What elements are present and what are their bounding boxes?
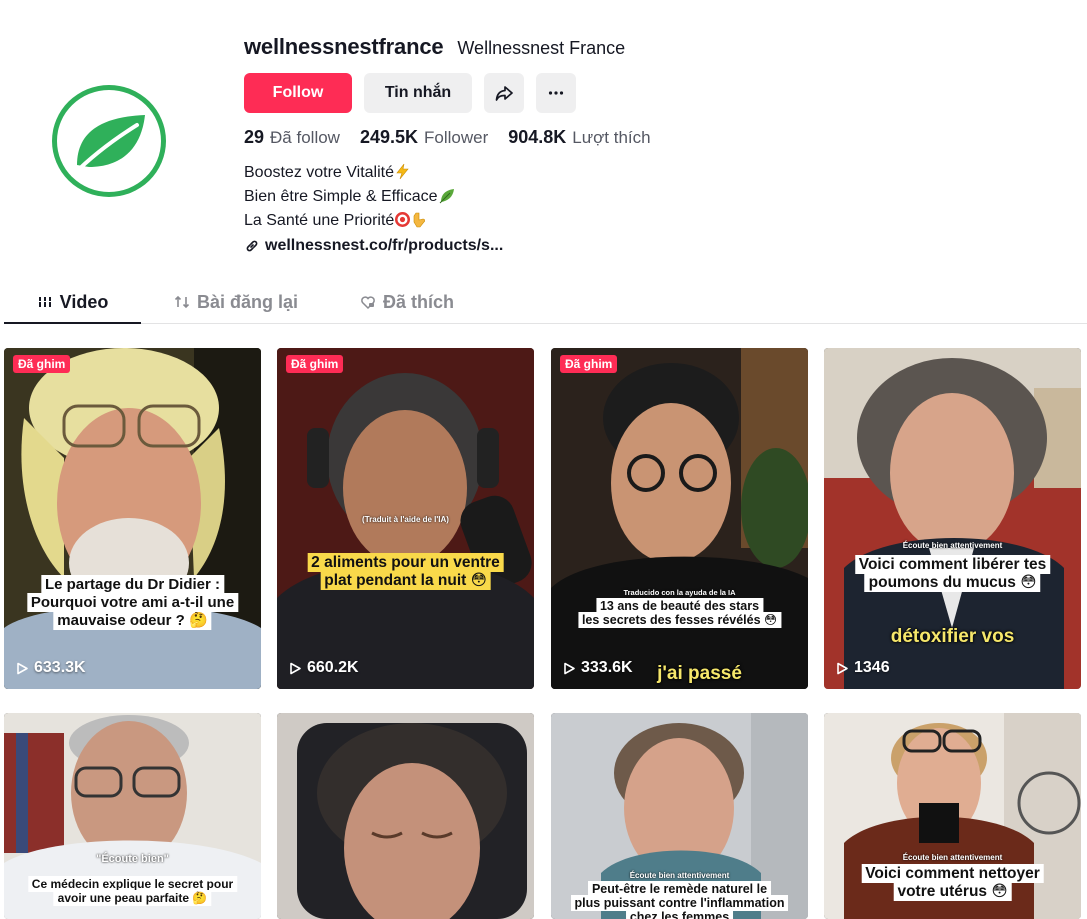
profile-tabs: Video Bài đăng lại Đã thích (4, 282, 1087, 324)
video-card[interactable]: Đã ghim Traducido con la ayuda de la IA … (551, 348, 808, 689)
video-overlay-text: détoxifier vos (890, 626, 1015, 647)
video-caption: Voici comment libérer tes poumons du muc… (854, 555, 1051, 592)
target-emoji-icon (394, 211, 411, 234)
bio-line: Boostez votre Vitalité (244, 162, 455, 186)
video-card[interactable]: "Écoute bien" Ce médecin explique le sec… (4, 713, 261, 919)
video-subtitle: Traducido con la ayuda de la IA (623, 588, 736, 597)
view-count: 1346 (836, 659, 890, 677)
view-count: 660.2K (289, 659, 359, 677)
username: wellnessnestfrance (244, 34, 444, 59)
video-card[interactable]: Écoute bien attentivement Peut-être le r… (551, 713, 808, 919)
more-dots-icon (548, 91, 564, 95)
link-icon (246, 240, 258, 252)
profile-actions: Follow Tin nhắn (244, 73, 576, 113)
video-subtitle: Écoute bien attentivement (629, 871, 730, 880)
followers-count: 249.5K (359, 127, 418, 147)
lightning-emoji-icon (394, 163, 411, 186)
tab-repost[interactable]: Bài đăng lại (174, 282, 298, 322)
pinned-badge: Đã ghim (560, 355, 618, 373)
video-card[interactable]: Đã ghim (Traduit à l'aide de l'IA) 2 ali… (277, 348, 534, 689)
likes-stat: 904.8K Lượt thích (508, 127, 650, 148)
video-card[interactable]: Écoute bien attentivement Voici comment … (824, 713, 1081, 919)
video-subtitle: "Écoute bien" (96, 853, 169, 865)
bio: Boostez votre Vitalité Bien être Simple … (244, 162, 455, 234)
pointing-down-emoji-icon (411, 211, 428, 234)
likes-count: 904.8K (508, 127, 567, 147)
profile-names: wellnessnestfrance Wellnessnest France (244, 34, 625, 60)
video-caption: Le partage du Dr Didier : Pourquoi votre… (26, 575, 239, 630)
followers-stat[interactable]: 249.5K Follower (360, 127, 488, 148)
leaf-logo-icon (71, 115, 145, 177)
play-icon (17, 662, 28, 674)
avatar[interactable] (52, 85, 166, 197)
message-button[interactable]: Tin nhắn (364, 73, 472, 113)
view-count: 633.3K (16, 659, 86, 677)
tab-video[interactable]: Video (4, 282, 141, 322)
play-icon (837, 662, 848, 674)
grid-icon (37, 297, 52, 307)
heart-icon (361, 296, 375, 310)
video-caption: Voici comment nettoyer votre utérus 😳 (861, 864, 1044, 901)
video-caption: 13 ans de beauté des stars les secrets d… (577, 598, 782, 628)
followers-label: Follower (424, 128, 489, 147)
play-icon (290, 662, 301, 674)
view-count: 333.6K (563, 659, 633, 677)
repost-icon (174, 295, 190, 309)
video-caption: Ce médecin explique le secret pour avoir… (27, 876, 238, 906)
play-icon (564, 662, 575, 674)
leaf-emoji-icon (438, 187, 455, 210)
more-button[interactable] (536, 73, 576, 113)
nickname: Wellnessnest France (457, 38, 626, 58)
follow-button[interactable]: Follow (244, 73, 352, 113)
pinned-badge: Đã ghim (286, 355, 344, 373)
video-caption: 2 aliments pour un ventre plat pendant l… (307, 553, 504, 590)
share-icon (495, 86, 513, 101)
following-label: Đã follow (270, 128, 340, 147)
video-card[interactable]: Écoute bien attentivement Voici comment … (824, 348, 1081, 689)
following-stat[interactable]: 29 Đã follow (244, 127, 340, 148)
video-subtitle: (Traduit à l'aide de l'IA) (362, 515, 449, 524)
following-count: 29 (244, 127, 265, 147)
video-thumbnail (4, 348, 261, 689)
tab-liked[interactable]: Đã thích (360, 282, 454, 322)
video-subtitle: Écoute bien attentivement (902, 541, 1003, 550)
video-caption: Peut-être le remède naturel le plus puis… (570, 881, 789, 919)
video-subtitle: Écoute bien attentivement (902, 853, 1003, 862)
profile-stats: 29 Đã follow 249.5K Follower 904.8K Lượt… (244, 127, 651, 148)
pinned-badge: Đã ghim (13, 355, 71, 373)
share-button[interactable] (484, 73, 524, 113)
bio-line: La Santé une Priorité (244, 210, 455, 234)
profile-link-text: wellnessnest.co/fr/products/s... (265, 237, 504, 254)
video-card[interactable]: Đã ghim Le partage du Dr Didier : Pourqu… (4, 348, 261, 689)
active-tab-indicator (4, 322, 141, 324)
video-card[interactable] (277, 713, 534, 919)
bio-line: Bien être Simple & Efficace (244, 186, 455, 210)
video-thumbnail (551, 348, 808, 689)
likes-label: Lượt thích (572, 128, 651, 147)
video-thumbnail (277, 713, 534, 919)
profile-link[interactable]: wellnessnest.co/fr/products/s... (245, 237, 503, 255)
